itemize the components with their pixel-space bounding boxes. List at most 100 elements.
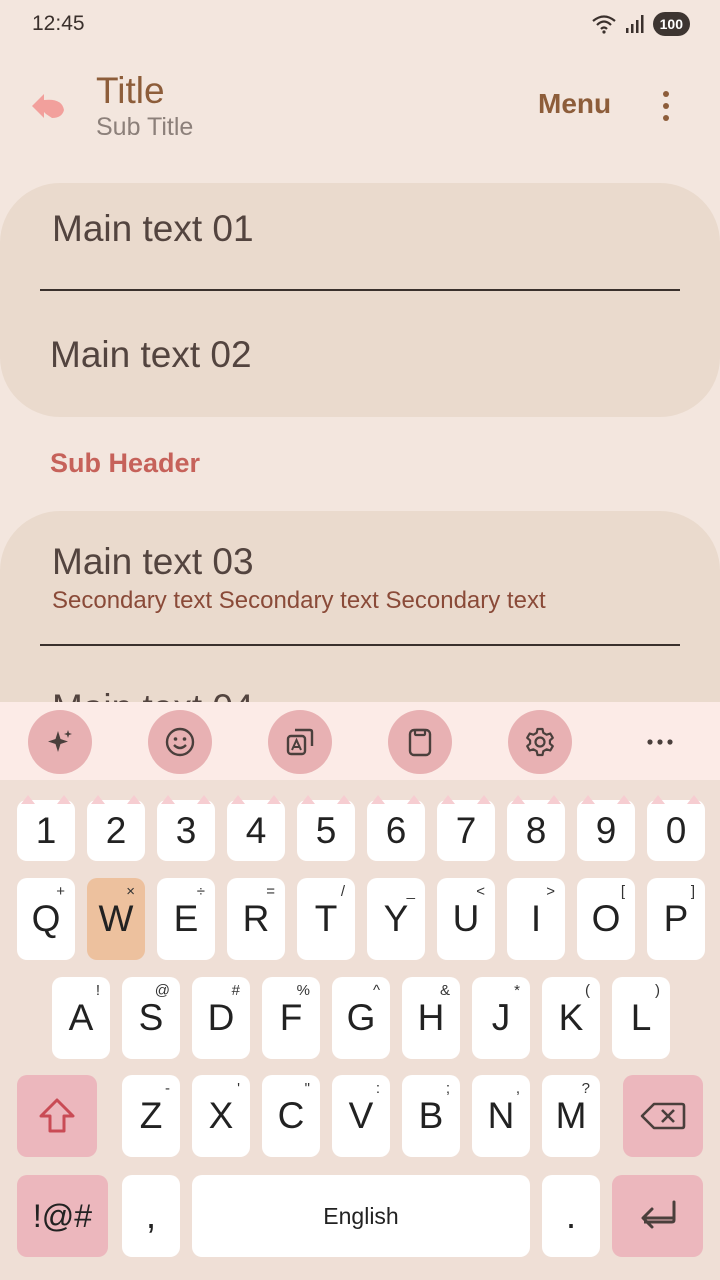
key-label: Q — [31, 898, 61, 939]
page-title: Title — [96, 70, 165, 111]
key-9[interactable]: 9 — [577, 795, 635, 861]
key-o[interactable]: [O — [577, 878, 635, 960]
menu-button[interactable]: Menu — [538, 88, 611, 120]
list-item-2[interactable]: Main text 02 — [50, 334, 252, 376]
key-hint: ] — [690, 883, 695, 900]
list-item-3-secondary: Secondary text Secondary text Secondary … — [52, 587, 546, 614]
key-b[interactable]: ; B — [402, 1075, 460, 1157]
key-label: C — [277, 1095, 305, 1136]
key-r[interactable]: = R — [227, 878, 285, 960]
key-3[interactable]: 3 — [157, 795, 215, 861]
key-m[interactable]: ? M — [542, 1075, 600, 1157]
key-hint: ^ — [372, 982, 380, 999]
key-label: 0 — [665, 809, 687, 851]
backspace-icon — [640, 1102, 686, 1130]
key-p[interactable]: ] P — [647, 878, 705, 960]
ai-sparkle-button[interactable] — [28, 710, 92, 774]
keyboard-toolbar — [0, 702, 720, 780]
wifi-icon — [591, 15, 616, 34]
key-label: 1 — [35, 809, 57, 851]
key-w[interactable]: × W — [87, 878, 145, 960]
key-5[interactable]: 5 — [297, 795, 355, 861]
sparkle-icon — [48, 730, 72, 752]
translate-button[interactable] — [268, 710, 332, 774]
more-options-icon[interactable] — [650, 86, 682, 126]
key-l[interactable]: ) L — [612, 977, 670, 1059]
key-hint: / — [340, 883, 345, 900]
key-hint: , — [515, 1080, 520, 1097]
key-hint: ! — [95, 982, 100, 999]
key-v[interactable]: :V — [332, 1075, 390, 1157]
key-hint: : — [375, 1080, 380, 1097]
key-u[interactable]: < U — [437, 878, 495, 960]
key-hint: * — [514, 982, 520, 999]
key-q[interactable]: + Q — [17, 878, 75, 960]
key-j[interactable]: * J — [472, 977, 530, 1059]
backspace-key[interactable] — [623, 1075, 703, 1157]
key-label: L — [630, 997, 652, 1038]
list-item-1[interactable]: Main text 01 — [52, 208, 254, 250]
app-bar: Title Sub Title Menu — [0, 60, 720, 160]
settings-button[interactable] — [508, 710, 572, 774]
key-g[interactable]: ^ G — [332, 977, 390, 1059]
key-hint: " — [304, 1080, 310, 1097]
key-k[interactable]: (K — [542, 977, 600, 1059]
enter-key[interactable] — [612, 1175, 703, 1257]
key-label: 4 — [245, 809, 267, 851]
key-label: T — [314, 898, 338, 939]
key-y[interactable]: _ Y — [367, 878, 425, 960]
key-hint: _ — [406, 883, 415, 900]
page-subtitle: Sub Title — [96, 113, 194, 141]
key-label: J — [491, 997, 511, 1038]
battery-indicator: 100 — [652, 12, 690, 36]
key-1[interactable]: 1 — [17, 795, 75, 861]
key-hint: # — [231, 982, 240, 999]
key-s[interactable]: @ S — [122, 977, 180, 1059]
space-key[interactable]: English — [192, 1175, 530, 1257]
key-label: Z — [139, 1095, 163, 1136]
key-label: I — [530, 898, 542, 939]
key-4[interactable]: 4 — [227, 795, 285, 861]
key-a[interactable]: ! A — [52, 977, 110, 1059]
key-d[interactable]: # D — [192, 977, 250, 1059]
key-label: D — [207, 997, 235, 1038]
key-hint: × — [126, 883, 135, 900]
sub-header: Sub Header — [50, 448, 201, 478]
key-e[interactable]: ÷ E — [157, 878, 215, 960]
key-7[interactable]: 7 — [437, 795, 495, 861]
key-label: V — [348, 1095, 374, 1136]
key-hint: = — [266, 883, 275, 900]
key-8[interactable]: 8 — [507, 795, 565, 861]
key-6[interactable]: 6 — [367, 795, 425, 861]
clipboard-button[interactable] — [388, 710, 452, 774]
back-arrow-icon — [32, 94, 64, 118]
key-h[interactable]: & H — [402, 977, 460, 1059]
back-button[interactable] — [24, 82, 72, 130]
key-label: X — [208, 1095, 234, 1136]
key-n[interactable]: ,N — [472, 1075, 530, 1157]
key-t[interactable]: / T — [297, 878, 355, 960]
key-label: 8 — [525, 809, 547, 851]
key-0[interactable]: 0 — [647, 795, 705, 861]
more-horizontal-icon[interactable] — [628, 710, 692, 774]
key-label: 2 — [105, 809, 127, 851]
shift-key[interactable] — [17, 1075, 97, 1157]
key-x[interactable]: ' X — [192, 1075, 250, 1157]
symbols-key[interactable]: !@# — [17, 1175, 108, 1257]
key-2[interactable]: 2 — [87, 795, 145, 861]
key-label: 5 — [315, 809, 337, 851]
enter-icon — [641, 1200, 675, 1229]
key-label: 7 — [455, 809, 477, 851]
key-label: A — [68, 997, 94, 1038]
emoji-button[interactable] — [148, 710, 212, 774]
comma-key[interactable]: , — [122, 1175, 180, 1257]
key-f[interactable]: % F — [262, 977, 320, 1059]
key-z[interactable]: -Z — [122, 1075, 180, 1157]
shift-arrow-icon — [39, 1098, 75, 1133]
period-key[interactable]: . — [542, 1175, 600, 1257]
key-label: N — [487, 1095, 515, 1136]
key-i[interactable]: > I — [507, 878, 565, 960]
key-c[interactable]: " C — [262, 1075, 320, 1157]
emoji-icon — [165, 727, 195, 757]
list-item-3[interactable]: Main text 03 — [52, 541, 254, 583]
